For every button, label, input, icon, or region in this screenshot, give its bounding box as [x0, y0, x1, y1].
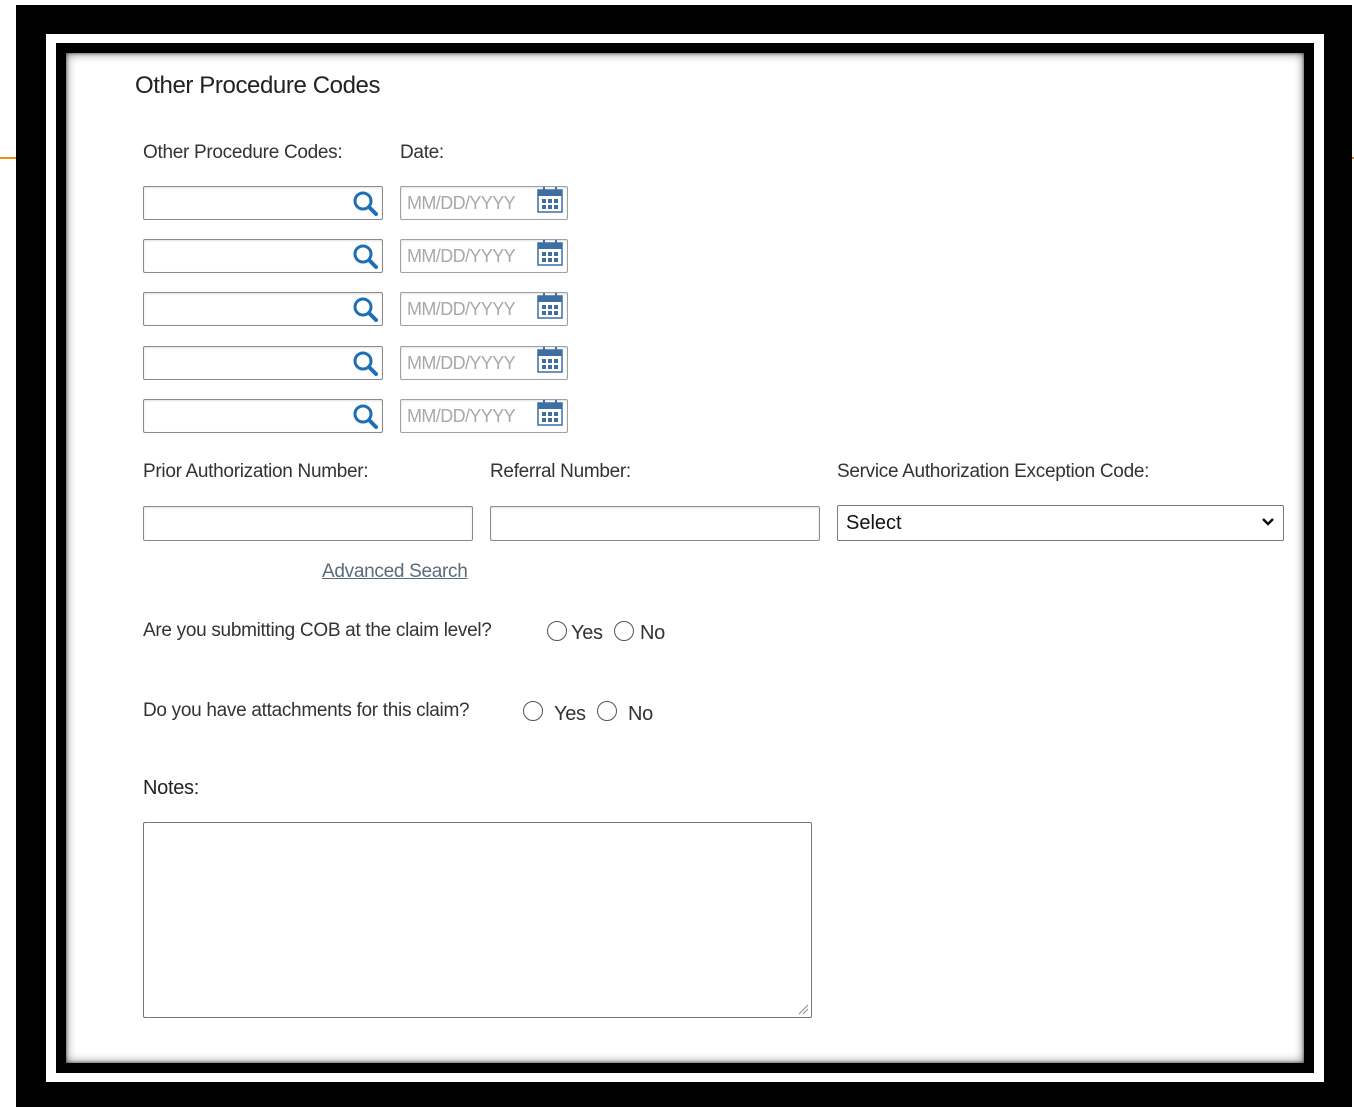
- procedure-code-input[interactable]: [143, 292, 383, 326]
- date-label: Date:: [400, 142, 444, 163]
- calendar-icon[interactable]: [537, 240, 563, 266]
- cob-no-radio[interactable]: [614, 621, 634, 641]
- resize-grip-icon[interactable]: [797, 1003, 809, 1015]
- search-icon[interactable]: [352, 190, 378, 216]
- exception-code-selected: Select: [846, 512, 902, 534]
- search-icon[interactable]: [352, 403, 378, 429]
- search-icon[interactable]: [352, 296, 378, 322]
- search-icon[interactable]: [352, 243, 378, 269]
- attachments-no-label[interactable]: No: [628, 703, 653, 726]
- notes-label: Notes:: [143, 777, 200, 799]
- procedure-code-input[interactable]: [143, 186, 383, 220]
- cob-no-label[interactable]: No: [640, 622, 665, 645]
- advanced-search-link[interactable]: Advanced Search: [322, 561, 468, 583]
- calendar-icon[interactable]: [537, 347, 563, 373]
- referral-number-label: Referral Number:: [490, 461, 631, 482]
- cob-yes-radio[interactable]: [547, 621, 567, 641]
- chevron-down-icon: [1262, 518, 1274, 526]
- referral-number-input[interactable]: [490, 506, 820, 541]
- attachments-no-radio[interactable]: [597, 701, 617, 721]
- calendar-icon[interactable]: [537, 187, 563, 213]
- section-title: Other Procedure Codes: [135, 72, 381, 99]
- procedure-codes-label: Other Procedure Codes:: [143, 142, 343, 163]
- notes-textarea[interactable]: [143, 822, 812, 1018]
- procedure-code-input[interactable]: [143, 346, 383, 380]
- prior-authorization-input[interactable]: [143, 506, 473, 541]
- exception-code-select[interactable]: Select: [837, 505, 1284, 541]
- cob-yes-label[interactable]: Yes: [571, 622, 603, 645]
- calendar-icon[interactable]: [537, 400, 563, 426]
- cob-question-label: Are you submitting COB at the claim leve…: [143, 620, 492, 641]
- calendar-icon[interactable]: [537, 293, 563, 319]
- attachments-question-label: Do you have attachments for this claim?: [143, 700, 470, 721]
- procedure-code-input[interactable]: [143, 239, 383, 273]
- exception-code-label: Service Authorization Exception Code:: [837, 461, 1150, 482]
- prior-authorization-label: Prior Authorization Number:: [143, 461, 369, 482]
- attachments-yes-radio[interactable]: [523, 701, 543, 721]
- search-icon[interactable]: [352, 350, 378, 376]
- procedure-code-input[interactable]: [143, 399, 383, 433]
- attachments-yes-label[interactable]: Yes: [554, 703, 586, 726]
